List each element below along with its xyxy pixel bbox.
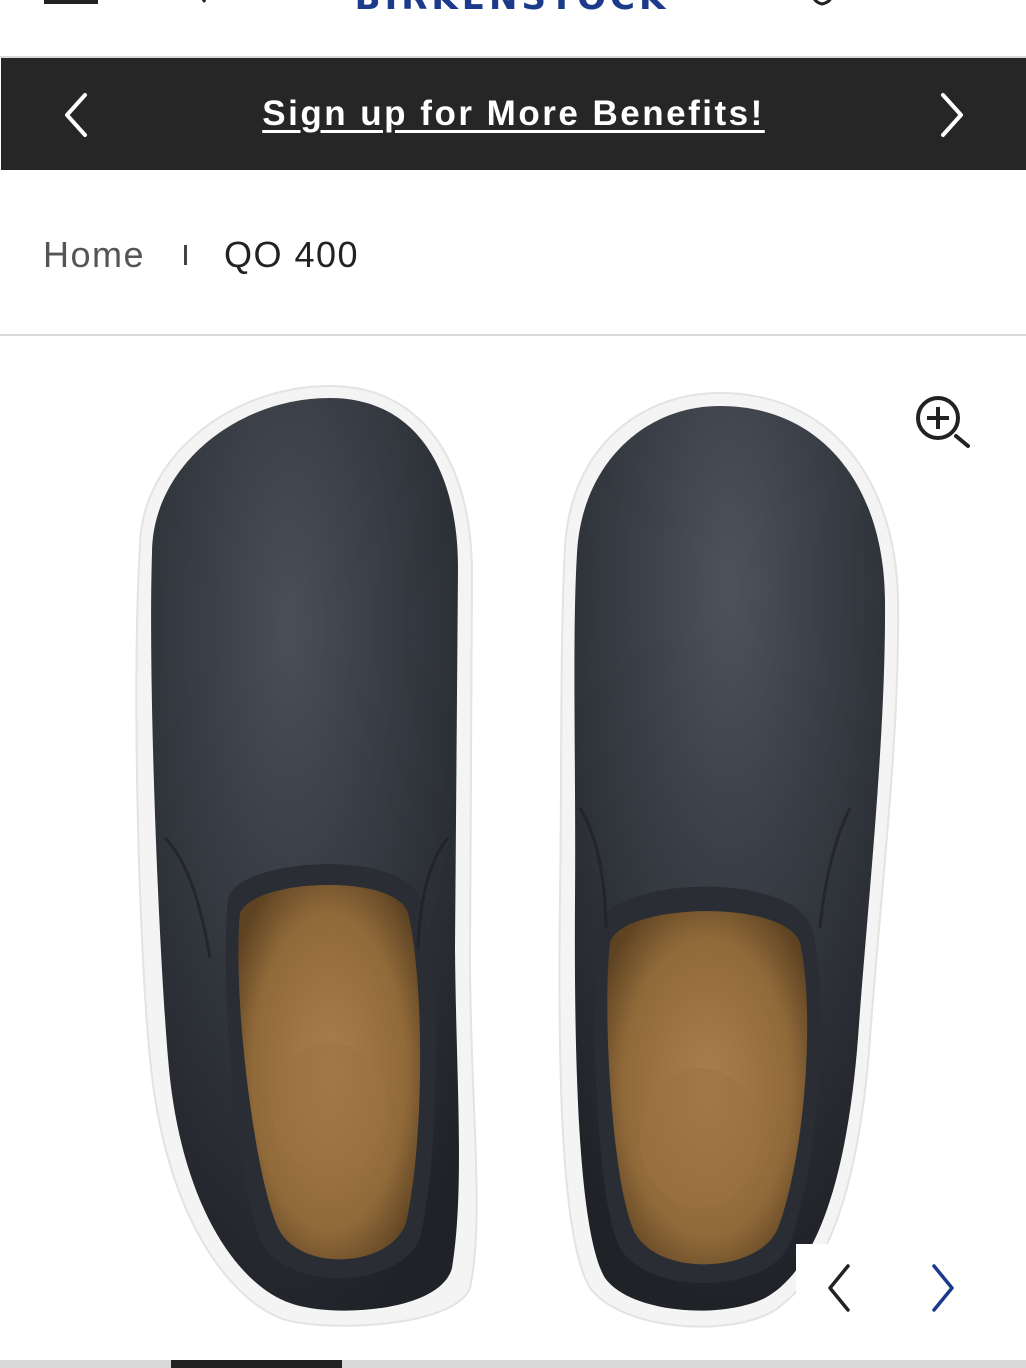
zoom-in-icon[interactable]: [912, 392, 974, 454]
breadcrumb-separator: [184, 245, 187, 265]
gallery-progress-bar: [0, 1360, 1026, 1368]
product-image[interactable]: [0, 338, 1026, 1360]
promo-next-button[interactable]: [931, 92, 971, 138]
breadcrumb-current: QO 400: [224, 234, 360, 275]
site-header: BIRKENSTOCK: [0, 0, 1026, 58]
account-icon[interactable]: [808, 0, 838, 6]
gallery-progress-fill: [171, 1360, 342, 1368]
hamburger-menu-icon[interactable]: [44, 0, 98, 10]
breadcrumb: Home QO 400: [0, 172, 1026, 336]
promo-signup-link[interactable]: Sign up for More Benefits!: [1, 58, 1026, 170]
promo-banner: Sign up for More Benefits!: [1, 58, 1026, 170]
cart-icon[interactable]: [940, 0, 970, 6]
breadcrumb-home-link[interactable]: Home: [43, 234, 145, 276]
brand-logo[interactable]: BIRKENSTOCK: [330, 0, 694, 15]
search-icon[interactable]: [196, 0, 216, 6]
product-gallery: [0, 338, 1026, 1368]
gallery-next-button[interactable]: [922, 1262, 962, 1314]
gallery-prev-button[interactable]: [820, 1262, 860, 1314]
